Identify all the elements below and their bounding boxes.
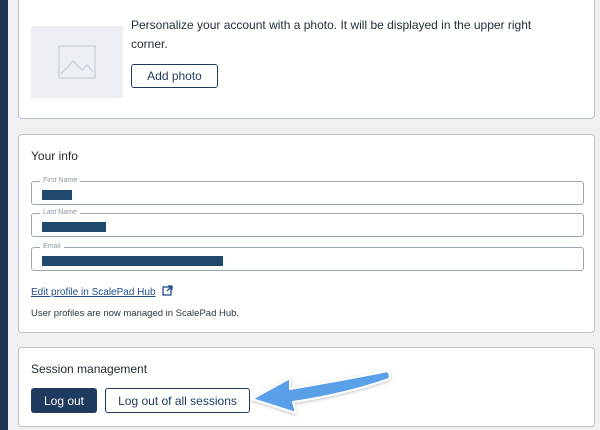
email-field[interactable]: Email (31, 242, 584, 271)
first-name-label: First Name (40, 176, 81, 186)
photo-card: Personalize your account with a photo. I… (18, 0, 595, 119)
redacted-value (42, 190, 72, 200)
log-out-all-sessions-button[interactable]: Log out of all sessions (105, 388, 250, 413)
edit-profile-link-label: Edit profile in ScalePad Hub (31, 286, 156, 298)
profile-note: User profiles are now managed in ScalePa… (31, 308, 240, 319)
last-name-label: Last Name (40, 208, 80, 218)
edit-profile-link[interactable]: Edit profile in ScalePad Hub (31, 285, 173, 299)
last-name-field[interactable]: Last Name (31, 208, 584, 237)
redacted-value (42, 222, 106, 232)
your-info-card: Your info First Name Last Name Email Edi… (18, 134, 595, 333)
log-out-button[interactable]: Log out (31, 388, 97, 413)
session-management-title: Session management (31, 362, 148, 376)
your-info-title: Your info (31, 149, 78, 163)
redacted-value (42, 256, 223, 266)
sidebar-edge (0, 0, 8, 430)
external-link-icon (161, 285, 173, 299)
arrow-pointer-icon (248, 358, 398, 423)
add-photo-button[interactable]: Add photo (131, 64, 218, 88)
photo-description: Personalize your account with a photo. I… (131, 18, 532, 51)
email-label: Email (40, 242, 64, 252)
first-name-field[interactable]: First Name (31, 176, 584, 205)
image-placeholder-icon (31, 26, 123, 98)
